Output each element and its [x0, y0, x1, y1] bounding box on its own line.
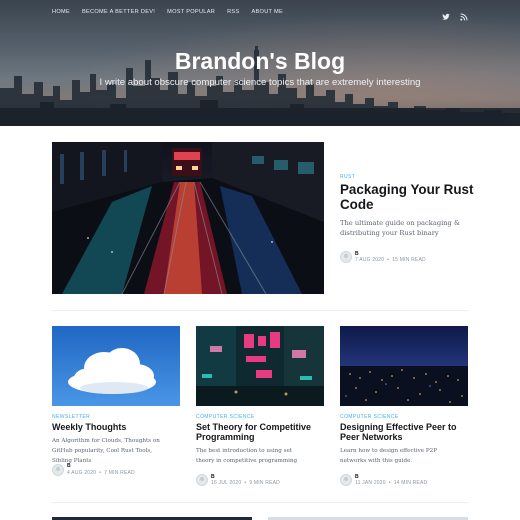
social-links: [442, 8, 468, 21]
post-card-excerpt[interactable]: An Algorithm for Clouds, Thoughts on Git…: [52, 436, 162, 466]
nav-link-about-me[interactable]: ABOUT ME: [251, 9, 283, 15]
post-date: 11 JAN 2020: [355, 480, 386, 486]
nav-link-most-popular[interactable]: MOST POPULAR: [167, 9, 215, 15]
post-card-image[interactable]: [196, 326, 324, 406]
post-card-tag[interactable]: NEWSLETTER: [52, 414, 90, 420]
post-meta: 7 AUG 2020 • 15 MIN READ: [355, 257, 426, 263]
post-read-time: 14 MIN READ: [393, 480, 428, 486]
post-meta: 16 JUL 2020 • 9 MIN READ: [211, 480, 280, 486]
author-avatar[interactable]: [52, 464, 64, 476]
post-read-time: 7 MIN READ: [104, 470, 135, 476]
post-read-time: 9 MIN READ: [249, 480, 280, 486]
featured-post-excerpt[interactable]: The ultimate guide on packaging & distri…: [340, 218, 470, 238]
twitter-icon[interactable]: [442, 8, 450, 20]
post-date: 16 JUL 2020: [211, 480, 242, 486]
post-meta: 4 AUG 2020 • 7 MIN READ: [67, 470, 135, 476]
author-avatar[interactable]: [196, 474, 208, 486]
section-divider: [52, 310, 468, 311]
section-divider: [52, 502, 468, 503]
post-card-title[interactable]: Weekly Thoughts: [52, 422, 180, 432]
main-nav: HOME BECOME A BETTER DEV! MOST POPULAR R…: [52, 9, 295, 15]
nav-link-rss[interactable]: RSS: [227, 9, 239, 15]
post-card-image[interactable]: [52, 326, 180, 406]
post-card-excerpt[interactable]: Learn how to design effective P2P networ…: [340, 446, 450, 466]
site-description: I write about obscure computer science t…: [99, 77, 421, 88]
post-date: 4 AUG 2020: [67, 470, 97, 476]
post-card-tag[interactable]: COMPUTER SCIENCE: [196, 414, 255, 420]
author-avatar[interactable]: [340, 251, 352, 263]
featured-post-image[interactable]: [52, 142, 324, 294]
post-card-image[interactable]: [340, 326, 468, 406]
featured-post-title[interactable]: Packaging Your Rust Code: [340, 182, 480, 212]
post-card-tag[interactable]: COMPUTER SCIENCE: [340, 414, 399, 420]
rss-icon[interactable]: [460, 8, 468, 21]
post-read-time: 15 MIN READ: [392, 257, 426, 263]
post-date: 7 AUG 2020: [355, 257, 385, 263]
author-avatar[interactable]: [340, 474, 352, 486]
author-name[interactable]: B: [67, 463, 71, 469]
post-meta: 11 JAN 2020 • 14 MIN READ: [355, 480, 428, 486]
featured-post-tag[interactable]: RUST: [340, 174, 355, 180]
post-card-excerpt[interactable]: The best introduction to using set theor…: [196, 446, 306, 466]
site-title[interactable]: Brandon's Blog: [0, 48, 520, 75]
nav-link-become-better-dev[interactable]: BECOME A BETTER DEV!: [82, 9, 155, 15]
site-header: HOME BECOME A BETTER DEV! MOST POPULAR R…: [0, 0, 520, 126]
post-card-title[interactable]: Set Theory for Competitive Programming: [196, 422, 324, 443]
post-card-title[interactable]: Designing Effective Peer to Peer Network…: [340, 422, 468, 443]
nav-link-home[interactable]: HOME: [52, 9, 70, 15]
